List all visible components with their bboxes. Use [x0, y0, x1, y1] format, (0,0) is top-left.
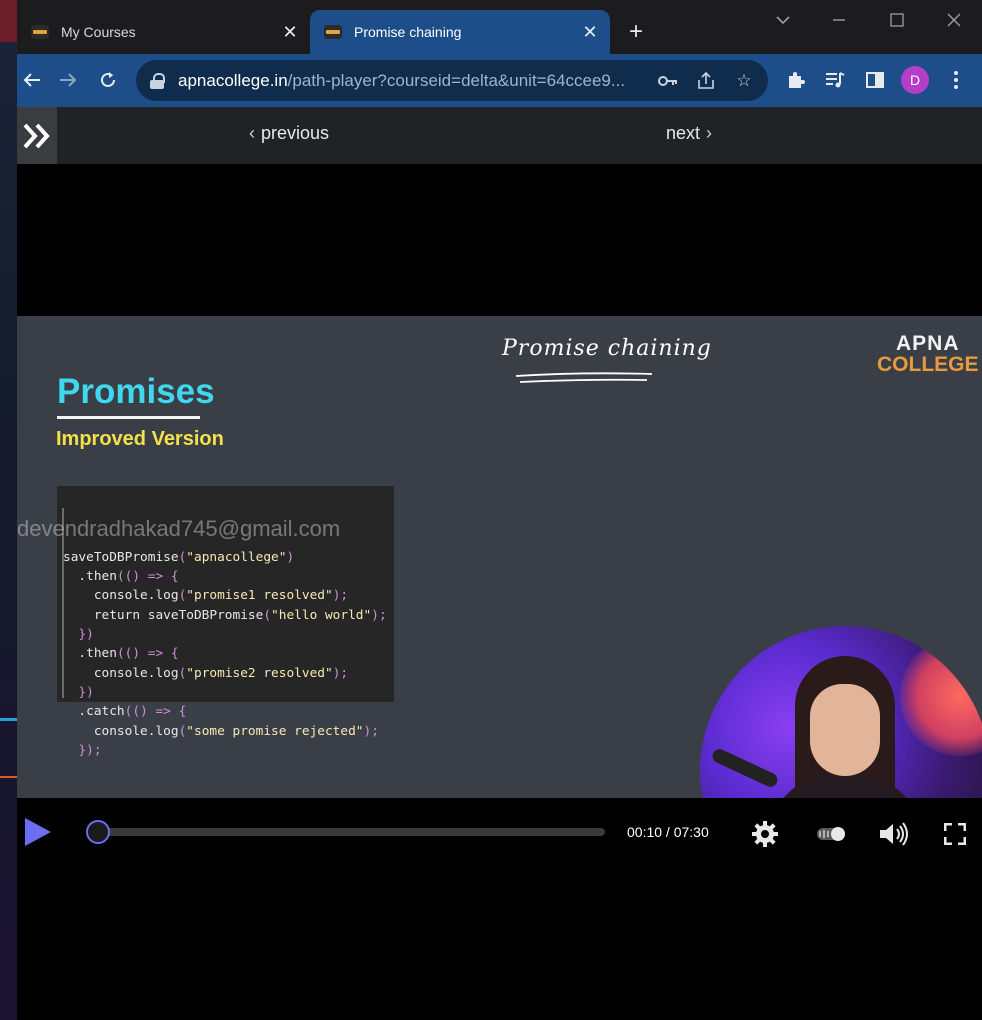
video-frame[interactable]: Promise chaining APNA COLLEGE Promises I… — [17, 316, 982, 798]
lesson-nav-bar: ‹ previous next › — [17, 107, 982, 164]
microphone — [710, 746, 780, 790]
tab-my-courses[interactable]: My Courses ✕ — [17, 10, 310, 54]
video-letterbox-top — [17, 164, 982, 316]
play-icon[interactable] — [25, 818, 51, 846]
code-line: .catch(() => { — [63, 704, 187, 720]
previous-label: previous — [261, 123, 330, 143]
next-label: next — [666, 123, 701, 143]
share-icon[interactable] — [692, 67, 720, 95]
new-tab-icon[interactable]: + — [622, 18, 650, 46]
code-line: console.log("promise1 resolved"); — [63, 588, 349, 604]
college-favicon-icon — [324, 25, 342, 39]
close-tab-icon[interactable]: ✕ — [576, 18, 604, 46]
slide-title: Promises — [57, 372, 215, 411]
presenter-webcam — [700, 626, 982, 798]
media-control-icon[interactable] — [820, 65, 850, 95]
college-favicon-icon — [31, 25, 49, 39]
close-window-icon[interactable] — [932, 8, 976, 32]
back-arrow-icon[interactable] — [17, 65, 47, 95]
side-panel-icon[interactable] — [860, 65, 890, 95]
tab-promise-chaining[interactable]: Promise chaining ✕ — [310, 10, 610, 54]
key-icon[interactable] — [654, 67, 682, 95]
address-bar[interactable]: apnacollege.in/path-player?courseid=delt… — [136, 60, 768, 101]
settings-gear-icon[interactable] — [749, 818, 781, 850]
progress-knob[interactable] — [86, 820, 111, 844]
apna-college-logo: APNA COLLEGE — [877, 332, 979, 376]
previous-button[interactable]: ‹ previous — [249, 123, 329, 144]
code-line: saveToDBPromise("apnacollege") — [63, 549, 295, 565]
code-line: return saveToDBPromise("hello world"); — [63, 607, 387, 623]
handwritten-note: Promise chaining — [502, 334, 711, 384]
bookmark-star-icon[interactable]: ☆ — [730, 67, 758, 95]
code-line: .then(() => { — [63, 569, 179, 585]
code-line: }) — [78, 684, 94, 700]
tab-title: Promise chaining — [354, 24, 462, 40]
video-controls: 00:10 / 07:30 — [17, 798, 982, 868]
expand-sidebar-button[interactable] — [17, 107, 57, 164]
fullscreen-icon[interactable] — [939, 818, 971, 850]
speed-toggle-icon[interactable] — [812, 818, 852, 850]
extensions-puzzle-icon[interactable] — [781, 65, 811, 95]
next-button[interactable]: next › — [666, 123, 712, 144]
code-line: console.log("some promise rejected"); — [63, 723, 379, 739]
background-window-edge — [0, 0, 17, 1020]
forward-arrow-icon[interactable] — [53, 65, 83, 95]
email-watermark: devendradhakad745@gmail.com — [17, 516, 341, 541]
minimize-icon[interactable] — [817, 8, 861, 32]
lock-icon[interactable] — [150, 72, 165, 89]
chevron-right-icon: › — [706, 123, 713, 143]
code-line: }); — [78, 742, 102, 758]
slide-subtitle: Improved Version — [56, 428, 224, 450]
tab-search-chevron-icon[interactable] — [761, 8, 805, 32]
kebab-menu-icon[interactable] — [941, 65, 971, 95]
volume-icon[interactable] — [878, 818, 910, 850]
title-underline — [57, 416, 200, 419]
tab-title: My Courses — [61, 24, 136, 40]
close-tab-icon[interactable]: ✕ — [276, 18, 304, 46]
time-display: 00:10 / 07:30 — [627, 824, 709, 840]
maximize-icon[interactable] — [875, 8, 919, 32]
browser-toolbar: apnacollege.in/path-player?courseid=delt… — [17, 54, 982, 107]
reload-icon[interactable] — [93, 65, 123, 95]
code-lines: saveToDBPromise("apnacollege") .then(() … — [63, 548, 394, 760]
code-line: }) — [78, 627, 94, 643]
tab-strip: My Courses ✕ Promise chaining ✕ + — [17, 0, 982, 54]
profile-avatar[interactable]: D — [901, 66, 929, 94]
url-text[interactable]: apnacollege.in/path-player?courseid=delt… — [178, 71, 654, 91]
page-below-player — [17, 868, 982, 1020]
double-chevron-right-icon — [23, 123, 50, 148]
progress-track[interactable] — [87, 828, 605, 836]
chevron-left-icon: ‹ — [249, 123, 255, 143]
code-line: .then(() => { — [63, 646, 179, 662]
code-line: console.log("promise2 resolved"); — [63, 665, 349, 681]
screen: My Courses ✕ Promise chaining ✕ + apnaco… — [0, 0, 982, 1020]
